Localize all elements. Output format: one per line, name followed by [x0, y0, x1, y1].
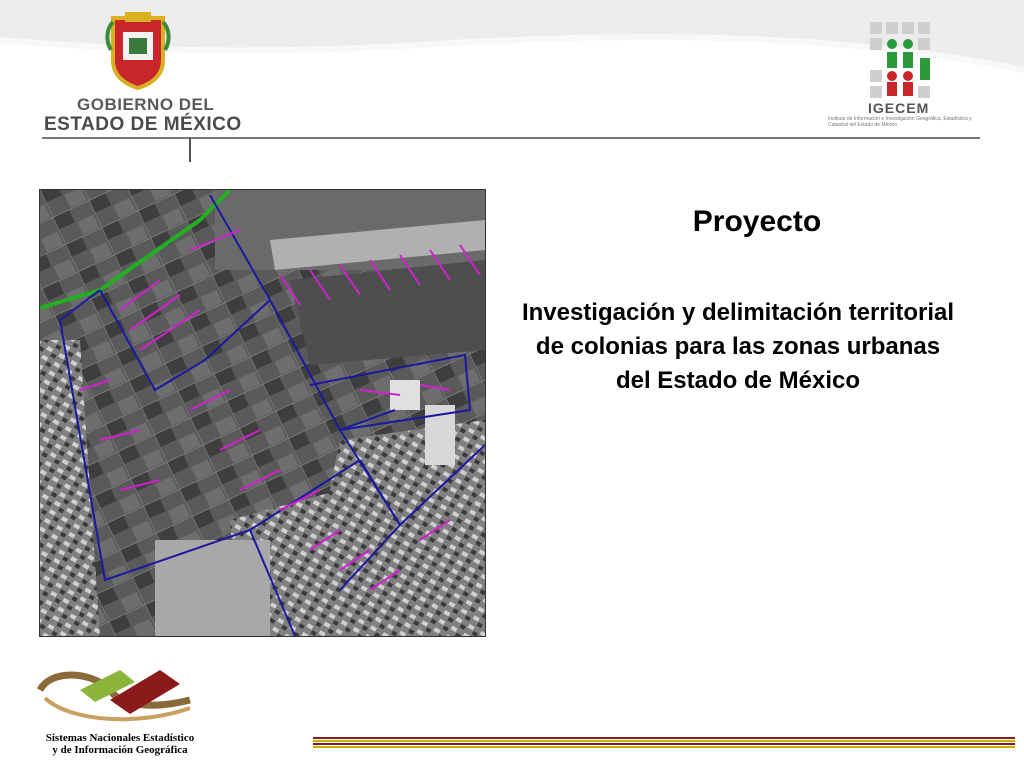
grid-people-icon [870, 22, 930, 98]
gobierno-estado-mexico-logo: GOBIERNO DEL ESTADO DE MÉXICO [40, 8, 242, 168]
gobierno-line2: ESTADO DE MÉXICO [44, 114, 242, 135]
gobierno-line1: GOBIERNO DEL [77, 95, 215, 114]
coat-of-arms-icon [105, 12, 171, 90]
igecem-subtitle: Instituto de Información e Investigación… [828, 116, 972, 128]
slide-title: Proyecto [692, 205, 822, 238]
sistemas-nacionales-logo: Sistemas Nacionales Estadístico y de Inf… [10, 660, 230, 760]
slide-body: Investigación y delimitación territorial… [521, 299, 955, 394]
sistemas-line2: y de Información Geográfica [52, 744, 188, 756]
header-divider [189, 138, 191, 162]
swoosh-icon [36, 670, 191, 722]
footer-stripes [313, 737, 1015, 751]
aerial-map-icon [39, 189, 486, 637]
sistemas-line1: Sistemas Nacionales Estadístico [45, 732, 195, 744]
igecem-name: IGECEM [868, 100, 930, 116]
igecem-logo: IGECEM Instituto de Información e Invest… [826, 18, 986, 143]
